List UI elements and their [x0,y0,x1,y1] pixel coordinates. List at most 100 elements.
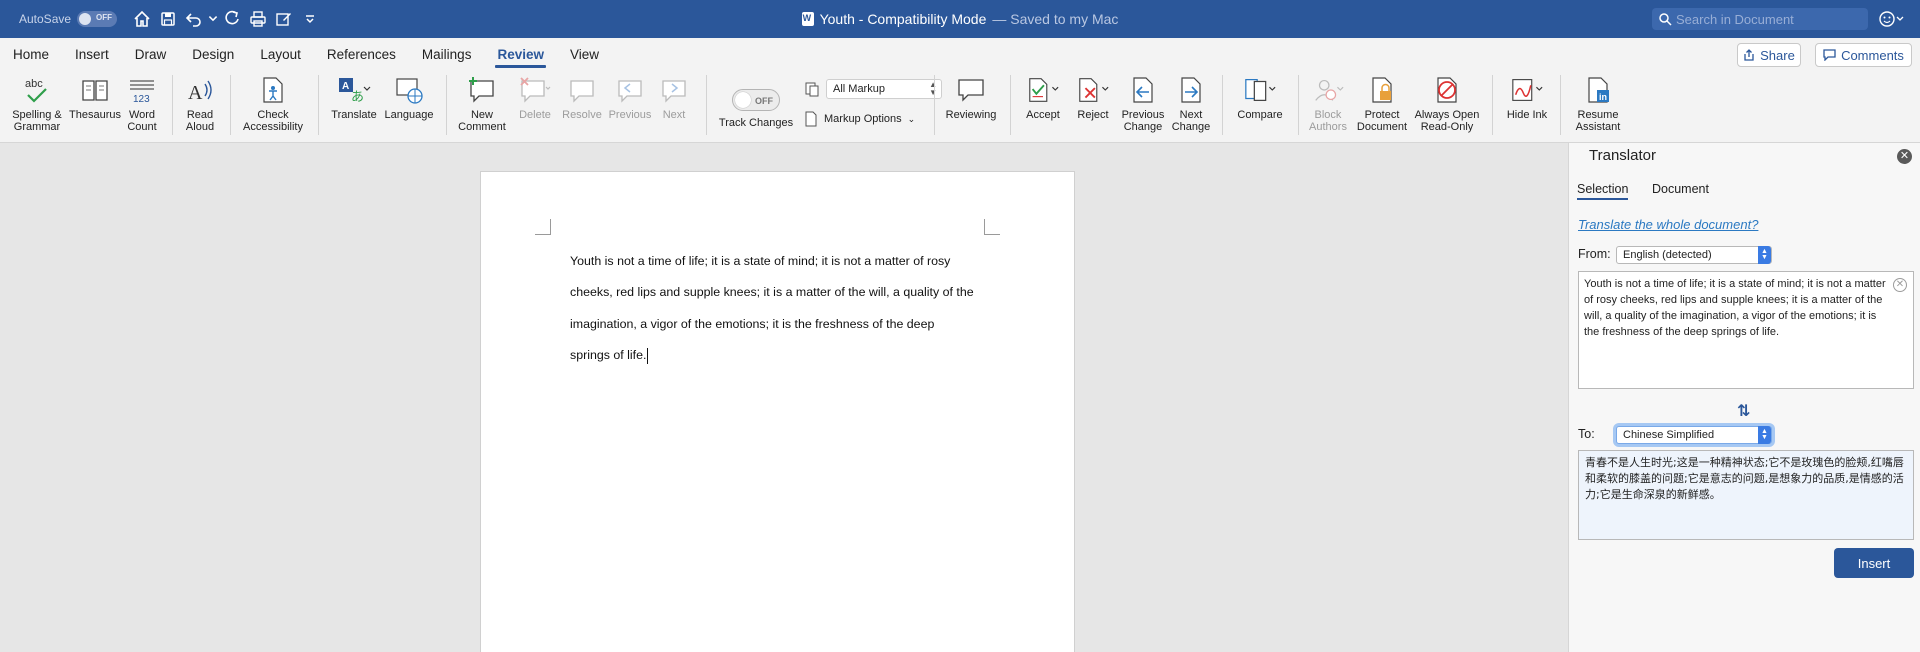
ribbon-tabs: Home Insert Draw Design Layout Reference… [0,38,1920,71]
new-comment-button[interactable]: New Comment [454,73,510,133]
clear-text-icon[interactable]: ✕ [1893,278,1907,292]
markup-options-icon [805,111,817,127]
ribbon-separator [1492,75,1493,135]
tab-design[interactable]: Design [179,38,247,71]
search-box[interactable] [1652,8,1868,30]
tab-selection[interactable]: Selection [1577,182,1629,200]
from-language-select[interactable]: English (detected) ▲ ▼ [1616,246,1772,264]
resume-assistant-button[interactable]: in Resume Assistant [1566,73,1630,133]
next-comment-icon [657,73,691,107]
next-change-button[interactable]: Next Change [1166,73,1216,133]
source-text-area[interactable]: Youth is not a time of life; it is a sta… [1578,271,1914,389]
tab-layout[interactable]: Layout [247,38,314,71]
autosave-label: AutoSave [19,12,72,26]
crop-mark [984,219,1000,235]
autosave-toggle[interactable]: OFF [77,11,118,27]
document-line: cheeks, red lips and supple knees; it is… [570,285,974,300]
account-icon[interactable] [1876,8,1906,30]
tab-references[interactable]: References [314,38,409,71]
comments-button[interactable]: Comments [1815,43,1912,67]
check-accessibility-button[interactable]: Check Accessibility [238,73,308,133]
read-aloud-icon: A [183,73,217,107]
reviewing-pane-icon [954,73,988,107]
edit-document-icon[interactable] [271,6,297,32]
ribbon-separator [446,75,447,135]
block-authors-icon [1311,73,1345,107]
save-icon[interactable] [155,6,181,32]
translate-icon: Aあ [337,73,371,107]
protect-document-button[interactable]: Protect Document [1354,73,1410,133]
translate-button[interactable]: Aあ Translate [326,73,382,121]
spelling-check-icon: abc [20,73,54,107]
ribbon-separator [318,75,319,135]
previous-change-icon [1126,73,1160,107]
always-open-readonly-button[interactable]: Always Open Read-Only [1410,73,1484,133]
delete-comment-button[interactable]: Delete [510,73,560,121]
markup-dropdown[interactable]: All Markup ▲▼ [826,79,942,99]
language-button[interactable]: Language [382,73,436,121]
ribbon-separator [230,75,231,135]
ribbon-separator [1560,75,1561,135]
spelling-grammar-button[interactable]: abc Spelling & Grammar [10,73,64,133]
accessibility-icon [256,73,290,107]
reject-button[interactable]: Reject [1068,73,1118,121]
redo-icon[interactable] [219,6,245,32]
tab-review[interactable]: Review [484,38,557,71]
markup-options-button[interactable]: Markup Options ⌄ [804,111,915,127]
print-icon[interactable] [245,6,271,32]
search-input[interactable] [1676,11,1856,27]
customize-toolbar-icon[interactable] [297,6,323,32]
translated-text-area[interactable]: 青春不是人生时光;这是一种精神状态;它不是玫瑰色的脸颊,红嘴唇和柔软的膝盖的问题… [1578,450,1914,540]
tab-document[interactable]: Document [1652,182,1709,196]
track-changes-toggle[interactable]: OFF [732,89,780,111]
track-changes-button[interactable]: OFF Track Changes [716,89,796,129]
markup-select-group: All Markup ▲▼ [804,79,942,99]
insert-button[interactable]: Insert [1834,548,1914,578]
swap-languages-icon[interactable]: ⇅ [1737,401,1750,421]
share-button[interactable]: Share [1737,43,1801,67]
to-language-select[interactable]: Chinese Simplified ▲ ▼ [1616,426,1772,444]
svg-text:あ: あ [351,90,364,105]
word-count-button[interactable]: 123 Word Count [122,73,162,133]
ribbon-separator [1010,75,1011,135]
word-count-icon: 123 [125,73,159,107]
svg-text:A: A [342,81,349,92]
tab-mailings[interactable]: Mailings [409,38,485,71]
compare-icon [1243,73,1277,107]
read-only-icon [1430,73,1464,107]
reviewing-pane-button[interactable]: Reviewing [942,73,1000,121]
undo-icon[interactable] [181,6,207,32]
accept-button[interactable]: Accept [1018,73,1068,121]
updown-arrows-icon: ▲▼ [1758,426,1771,444]
previous-change-button[interactable]: Previous Change [1118,73,1168,133]
home-icon[interactable] [129,6,155,32]
document-body[interactable]: Youth is not a time of life; it is a sta… [570,246,1000,372]
tab-home[interactable]: Home [0,38,62,71]
thesaurus-button[interactable]: Thesaurus [68,73,122,121]
tab-view[interactable]: View [557,38,612,71]
ribbon-separator [706,75,707,135]
close-icon[interactable]: ✕ [1897,149,1912,164]
comment-icon [1823,49,1836,61]
translator-pane: Translator ✕ Selection Document Translat… [1568,143,1920,652]
document-page[interactable]: Youth is not a time of life; it is a sta… [480,171,1075,652]
language-icon [392,73,426,107]
compare-button[interactable]: Compare [1230,73,1290,121]
ribbon-separator [1298,75,1299,135]
hide-ink-button[interactable]: Hide Ink [1500,73,1554,121]
word-doc-icon [801,12,814,26]
review-ribbon: abc Spelling & Grammar Thesaurus 123 Wor… [0,71,1920,143]
text-cursor [647,347,649,364]
next-comment-button[interactable]: Next [652,73,696,121]
tab-draw[interactable]: Draw [122,38,180,71]
resolve-comment-button[interactable]: Resolve [558,73,606,121]
ribbon-separator [1222,75,1223,135]
read-aloud-button[interactable]: A Read Aloud [178,73,222,133]
previous-comment-button[interactable]: Previous [606,73,654,121]
undo-dropdown-icon[interactable] [207,6,219,32]
translate-whole-document-link[interactable]: Translate the whole document? [1578,217,1758,232]
tab-insert[interactable]: Insert [62,38,122,71]
title-bar: AutoSave OFF Youth - Compatibil [0,0,1920,38]
block-authors-button[interactable]: Block Authors [1304,73,1352,133]
ribbon-separator [172,75,173,135]
